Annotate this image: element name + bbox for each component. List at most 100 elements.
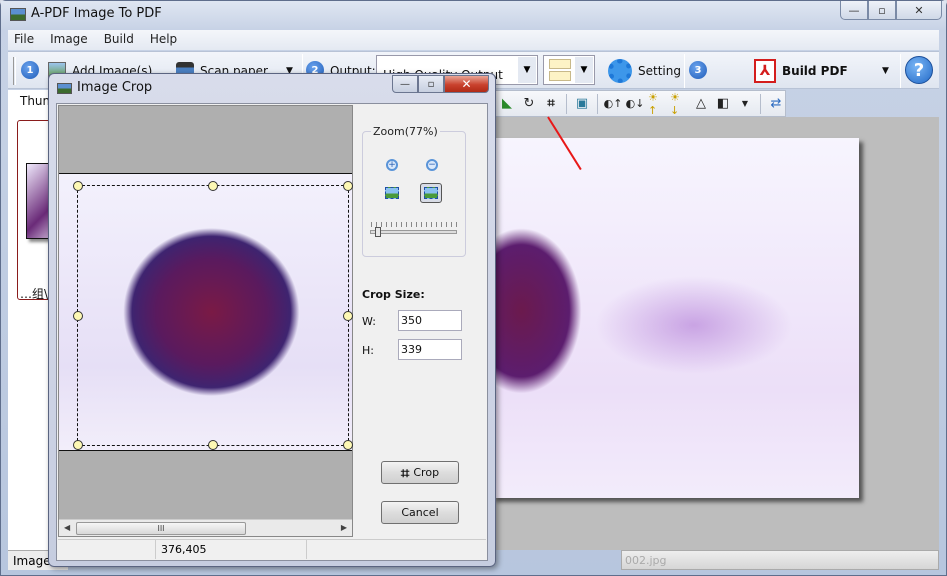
menu-file[interactable]: File (14, 30, 42, 50)
maximize-button[interactable]: ▫ (868, 1, 896, 20)
crop-handle-bottom[interactable] (208, 440, 218, 450)
crop-handle-top[interactable] (208, 181, 218, 191)
build-pdf-dropdown[interactable]: ▼ (882, 61, 889, 81)
dialog-title: Image Crop (77, 80, 153, 95)
crop-selection[interactable] (73, 181, 353, 450)
cancel-button-label: Cancel (401, 506, 439, 519)
contrast-down-icon[interactable]: ◐↓ (626, 95, 645, 113)
zoom-slider-thumb[interactable] (375, 227, 381, 237)
zoom-slider-ticks (371, 222, 457, 227)
zoom-in-icon: + (386, 159, 398, 171)
dialog-close-button[interactable]: ✕ (444, 75, 489, 93)
grayscale-icon[interactable]: ◧ (714, 95, 732, 113)
export-icon[interactable]: ⇄ (767, 95, 785, 113)
status-cell (58, 540, 156, 559)
crop-handle-left[interactable] (73, 310, 83, 321)
setting-button[interactable]: Setting (608, 58, 681, 84)
scrollbar-thumb[interactable]: III (76, 522, 246, 535)
sharpen-icon[interactable]: △ (692, 95, 710, 113)
toolbar-separator (760, 93, 761, 114)
scroll-left-icon[interactable]: ◀ (64, 523, 70, 532)
app-title: A-PDF Image To PDF (31, 6, 162, 21)
thumbnail-name: …组\ (20, 287, 49, 301)
dialog-icon (57, 83, 72, 94)
chevron-down-icon[interactable]: ▼ (736, 95, 754, 113)
toolbar-separator (684, 54, 685, 88)
build-pdf-button[interactable]: ⅄ Build PDF (754, 58, 848, 84)
zoom-label: Zoom(77%) (371, 125, 440, 138)
width-label: W: (362, 315, 376, 328)
menu-help[interactable]: Help (150, 30, 185, 50)
cancel-button[interactable]: Cancel (381, 501, 459, 524)
layout-select[interactable]: ▼ (543, 55, 595, 85)
fit-window-button[interactable] (383, 184, 401, 202)
image-crop-dialog: Image Crop — ▫ ✕ ◀ III ▶ Zoom(77%) + − C… (48, 73, 496, 567)
crop-handle-bottom-left[interactable] (73, 440, 83, 450)
layout-icon-bottom (549, 71, 571, 81)
image-toolbar: ◣ ↻ ⌗ ▣ ◐↑ ◐↓ ☀↑ ☀↓ △ ◧ ▼ ⇄ (491, 90, 786, 117)
crop-handle-right[interactable] (343, 310, 353, 321)
title-bar: A-PDF Image To PDF — ▫ ✕ (1, 1, 946, 29)
setting-label: Setting (638, 64, 681, 78)
height-label: H: (362, 344, 374, 357)
scroll-right-icon[interactable]: ▶ (341, 523, 347, 532)
zoom-out-button[interactable]: − (423, 156, 441, 174)
menu-bar: File Image Build Help (8, 30, 939, 50)
zoom-in-button[interactable]: + (383, 156, 401, 174)
crop-handle-top-right[interactable] (343, 181, 353, 191)
chevron-down-icon: ▼ (575, 57, 593, 83)
menu-image[interactable]: Image (50, 30, 96, 50)
fit-window-icon (385, 187, 399, 199)
crop-icon: ⌗ (400, 463, 410, 482)
brightness-up-icon[interactable]: ☀↑ (648, 91, 666, 117)
crop-handle-top-left[interactable] (73, 181, 83, 191)
width-input[interactable]: 350 (398, 310, 462, 331)
actual-size-button[interactable] (420, 183, 442, 203)
close-button[interactable]: ✕ (896, 1, 942, 20)
pdf-icon: ⅄ (754, 59, 776, 83)
dialog-maximize-button[interactable]: ▫ (418, 75, 444, 93)
dialog-status-bar: 376,405 (58, 539, 486, 559)
dialog-minimize-button[interactable]: — (392, 75, 418, 93)
flip-icon[interactable]: ◣ (498, 95, 516, 113)
menu-build[interactable]: Build (104, 30, 142, 50)
crop-size-label: Crop Size: (362, 288, 425, 301)
chevron-down-icon: ▼ (518, 57, 536, 83)
status-bar-right: 002.jpg (621, 550, 939, 570)
actual-size-icon (424, 187, 438, 199)
contrast-up-icon[interactable]: ◐↑ (604, 95, 623, 113)
crop-button[interactable]: ⌗ Crop (381, 461, 459, 484)
zoom-slider[interactable] (370, 230, 457, 234)
image-viewer[interactable] (491, 117, 939, 550)
help-button[interactable]: ? (905, 56, 933, 84)
horizontal-scrollbar[interactable]: ◀ III ▶ (59, 519, 352, 536)
step-3-badge: 3 (689, 61, 707, 79)
zoom-group: Zoom(77%) + − (362, 125, 466, 257)
gear-icon (608, 59, 632, 83)
toolbar-separator (597, 93, 598, 114)
refresh-image-icon[interactable]: ▣ (573, 95, 591, 113)
preview-image (492, 138, 859, 498)
brightness-down-icon[interactable]: ☀↓ (670, 91, 688, 117)
step-1-badge: 1 (21, 61, 39, 79)
crop-button-label: Crop (413, 466, 440, 479)
height-input[interactable]: 339 (398, 339, 462, 360)
app-icon (10, 8, 26, 21)
filename-status: 002.jpg (625, 554, 667, 567)
crop-image (59, 173, 353, 451)
build-pdf-label: Build PDF (782, 64, 848, 78)
crop-handle-bottom-right[interactable] (343, 440, 353, 450)
crop-icon[interactable]: ⌗ (542, 95, 560, 113)
dialog-body: ◀ III ▶ Zoom(77%) + − Crop Size: W: 350 … (56, 103, 488, 561)
cursor-coordinates: 376,405 (161, 543, 207, 556)
crop-canvas[interactable]: ◀ III ▶ (58, 105, 353, 537)
status-divider (306, 540, 307, 559)
zoom-out-icon: − (426, 159, 438, 171)
toolbar-separator (566, 93, 567, 114)
chevron-down-icon: ▼ (882, 66, 889, 76)
toolbar-separator (900, 54, 901, 88)
layout-icon-top (549, 59, 571, 69)
minimize-button[interactable]: — (840, 1, 868, 20)
toolbar-grip[interactable] (13, 57, 16, 85)
rotate-icon[interactable]: ↻ (520, 95, 538, 113)
